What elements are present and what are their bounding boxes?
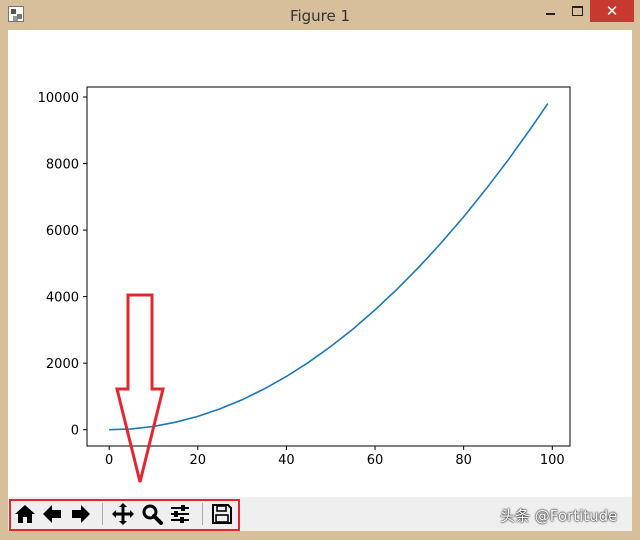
annotation-box xyxy=(9,499,240,531)
x-tick-label: 20 xyxy=(190,453,207,468)
figure-window: Figure 1 ✕ 0 20 40 60 80 100 0 2000 4000 6000 8000… xyxy=(0,0,640,540)
y-tick-label: 2000 xyxy=(46,357,79,372)
maximize-button[interactable] xyxy=(565,0,589,22)
y-tick-label: 8000 xyxy=(46,158,79,173)
x-tick-label: 0 xyxy=(105,453,113,468)
maximize-icon xyxy=(571,6,583,16)
x-tick-label: 40 xyxy=(278,453,295,468)
y-tick-label: 0 xyxy=(71,424,79,439)
x-tick-label: 100 xyxy=(540,453,565,468)
watermark: 头条 @Fortitude xyxy=(500,507,618,525)
close-button[interactable]: ✕ xyxy=(590,0,634,22)
x-tick-label: 80 xyxy=(455,453,472,468)
minimize-button[interactable] xyxy=(540,0,560,22)
y-tick-label: 4000 xyxy=(46,291,79,306)
minimize-icon xyxy=(545,13,555,15)
line-chart[interactable]: 0 20 40 60 80 100 0 2000 4000 6000 8000 10000 xyxy=(8,30,632,497)
x-tick-label: 60 xyxy=(367,453,384,468)
title-bar[interactable]: Figure 1 ✕ xyxy=(0,0,640,30)
plot-area xyxy=(86,86,571,447)
y-tick-label: 10000 xyxy=(38,91,79,106)
figure-canvas-area: 0 20 40 60 80 100 0 2000 4000 6000 8000 10000 xyxy=(8,30,632,531)
y-tick-label: 6000 xyxy=(46,224,79,239)
close-icon: ✕ xyxy=(605,2,619,20)
